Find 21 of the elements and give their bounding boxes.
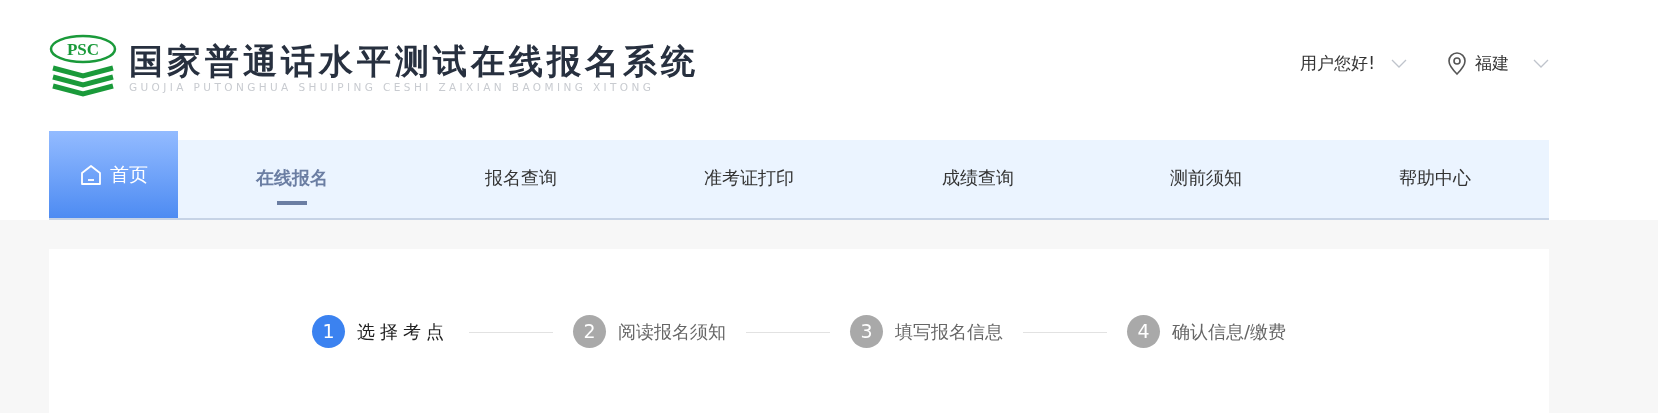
site-title: 国家普通话水平测试在线报名系统 xyxy=(129,41,699,81)
home-icon xyxy=(79,163,102,186)
step-label: 确认信息/缴费 xyxy=(1171,320,1287,344)
step-number: 1 xyxy=(311,315,345,348)
step-number: 4 xyxy=(1126,315,1160,348)
nav-tab[interactable]: 成绩查询 xyxy=(863,140,1092,220)
nav-tab[interactable]: 帮助中心 xyxy=(1320,140,1549,220)
region-selector[interactable]: 福建 xyxy=(1447,51,1549,77)
step-label: 选择考点 xyxy=(356,320,449,344)
chevron-down-icon xyxy=(1391,58,1407,69)
user-menu[interactable]: 用户您好! xyxy=(1300,51,1407,77)
nav-tab[interactable]: 报名查询 xyxy=(406,140,635,220)
nav-tab[interactable]: 准考证打印 xyxy=(635,140,864,220)
nav-tab[interactable]: 测前须知 xyxy=(1092,140,1321,220)
nav-tab[interactable]: 在线报名 xyxy=(178,140,407,220)
step-number: 3 xyxy=(849,315,883,348)
step-label: 填写报名信息 xyxy=(894,320,1003,344)
step-number: 2 xyxy=(572,315,606,348)
location-pin-icon xyxy=(1447,51,1467,76)
chevron-down-icon xyxy=(1533,58,1549,69)
step-label: 阅读报名须知 xyxy=(617,320,726,344)
